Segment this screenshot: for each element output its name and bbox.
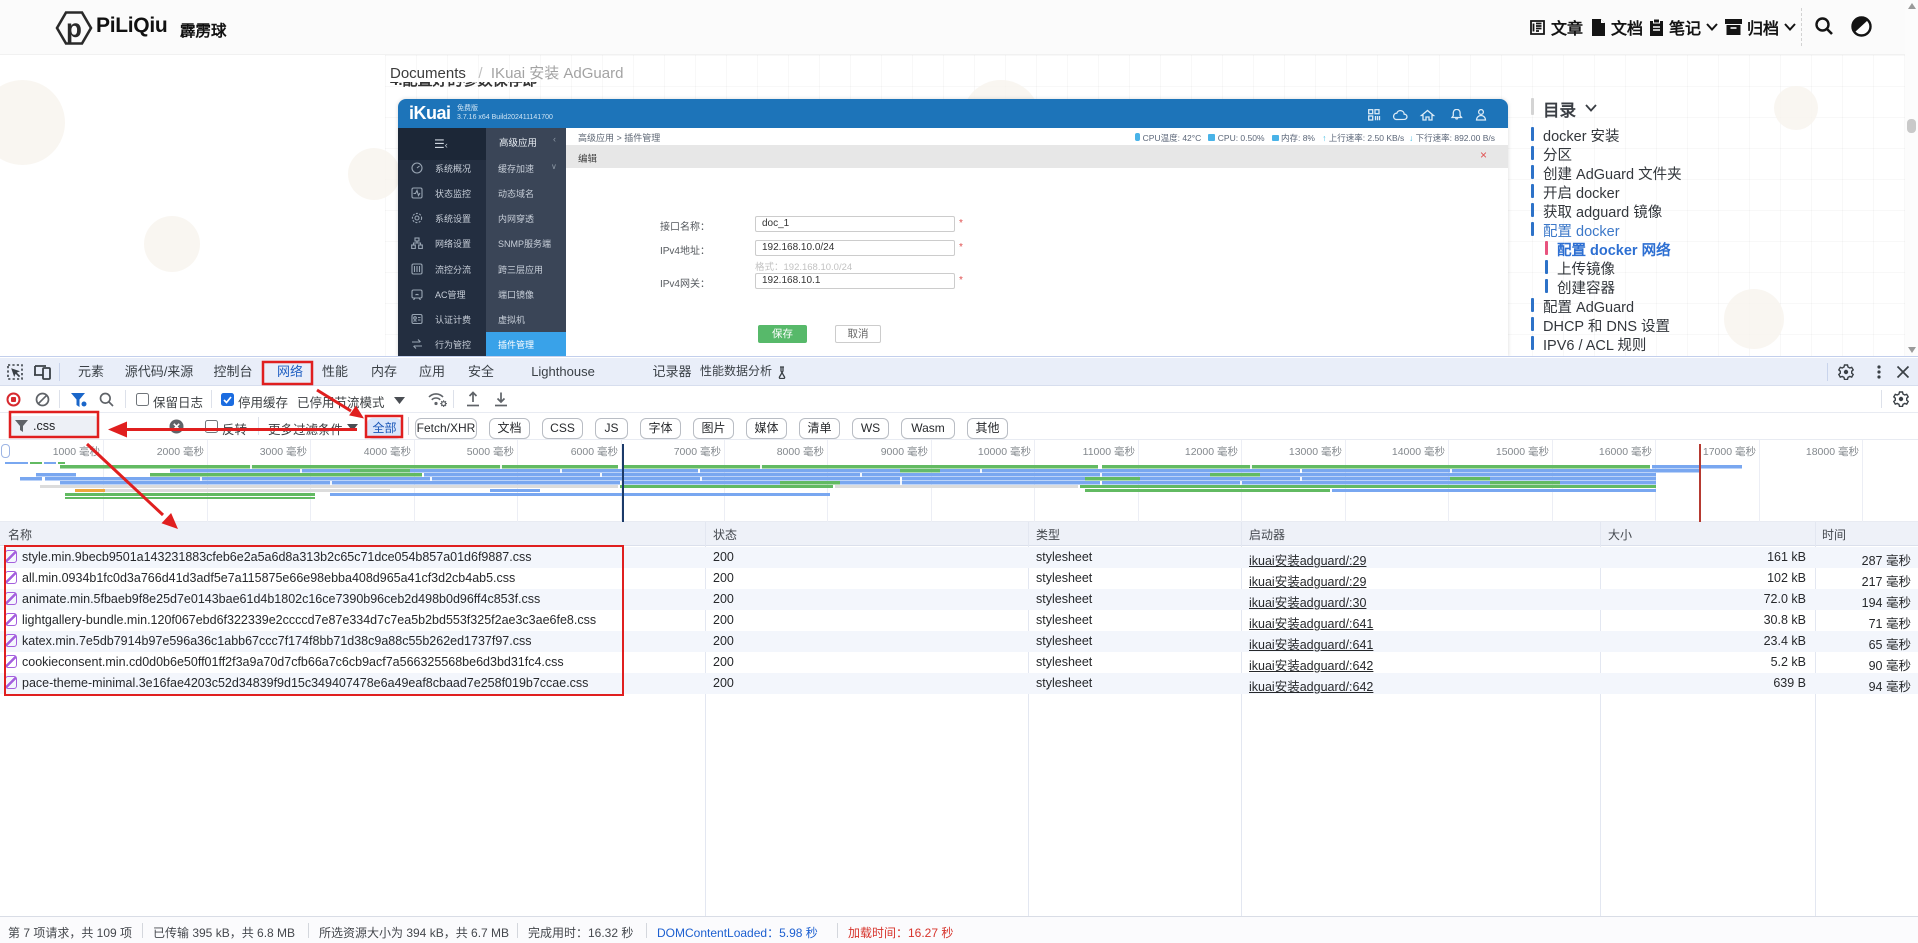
svg-text:p: p (66, 13, 82, 43)
